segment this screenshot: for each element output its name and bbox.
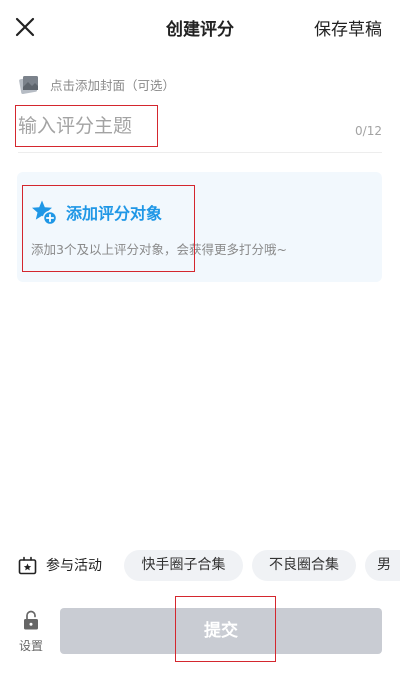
add-rating-object-button[interactable]: 添加评分对象 <box>30 198 162 226</box>
save-draft-button[interactable]: 保存草稿 <box>314 15 382 40</box>
topic-char-count: 0/12 <box>355 124 382 138</box>
divider <box>18 152 382 153</box>
activity-label: 参与活动 <box>46 558 102 574</box>
settings-label: 设置 <box>18 639 43 653</box>
lock-open-icon <box>24 610 38 630</box>
add-cover-label: 点击添加封面（可选） <box>50 77 176 93</box>
activity-row: 参与活动 快手圈子合集 不良圈合集 男 <box>0 550 400 584</box>
activity-chip[interactable]: 不良圈合集 <box>252 550 356 581</box>
activity-chip[interactable]: 男 <box>365 550 400 581</box>
settings-button[interactable]: 设置 <box>14 606 48 656</box>
header-bar: 创建评分 保存草稿 <box>0 0 400 55</box>
add-cover-button[interactable]: 点击添加封面（可选） <box>18 72 175 96</box>
topic-input[interactable] <box>16 106 340 146</box>
add-rating-object-hint: 添加3个及以上评分对象，会获得更多打分哦~ <box>31 242 287 257</box>
activity-icon <box>18 556 37 574</box>
activity-label-group: 参与活动 <box>18 555 102 575</box>
add-rating-object-title: 添加评分对象 <box>66 204 163 223</box>
add-rating-object-card[interactable]: 添加评分对象 添加3个及以上评分对象，会获得更多打分哦~ <box>17 172 382 282</box>
image-cover-icon <box>19 76 38 95</box>
activity-chip[interactable]: 快手圈子合集 <box>124 550 243 581</box>
star-add-icon <box>32 200 58 226</box>
submit-button[interactable]: 提交 <box>60 608 382 654</box>
